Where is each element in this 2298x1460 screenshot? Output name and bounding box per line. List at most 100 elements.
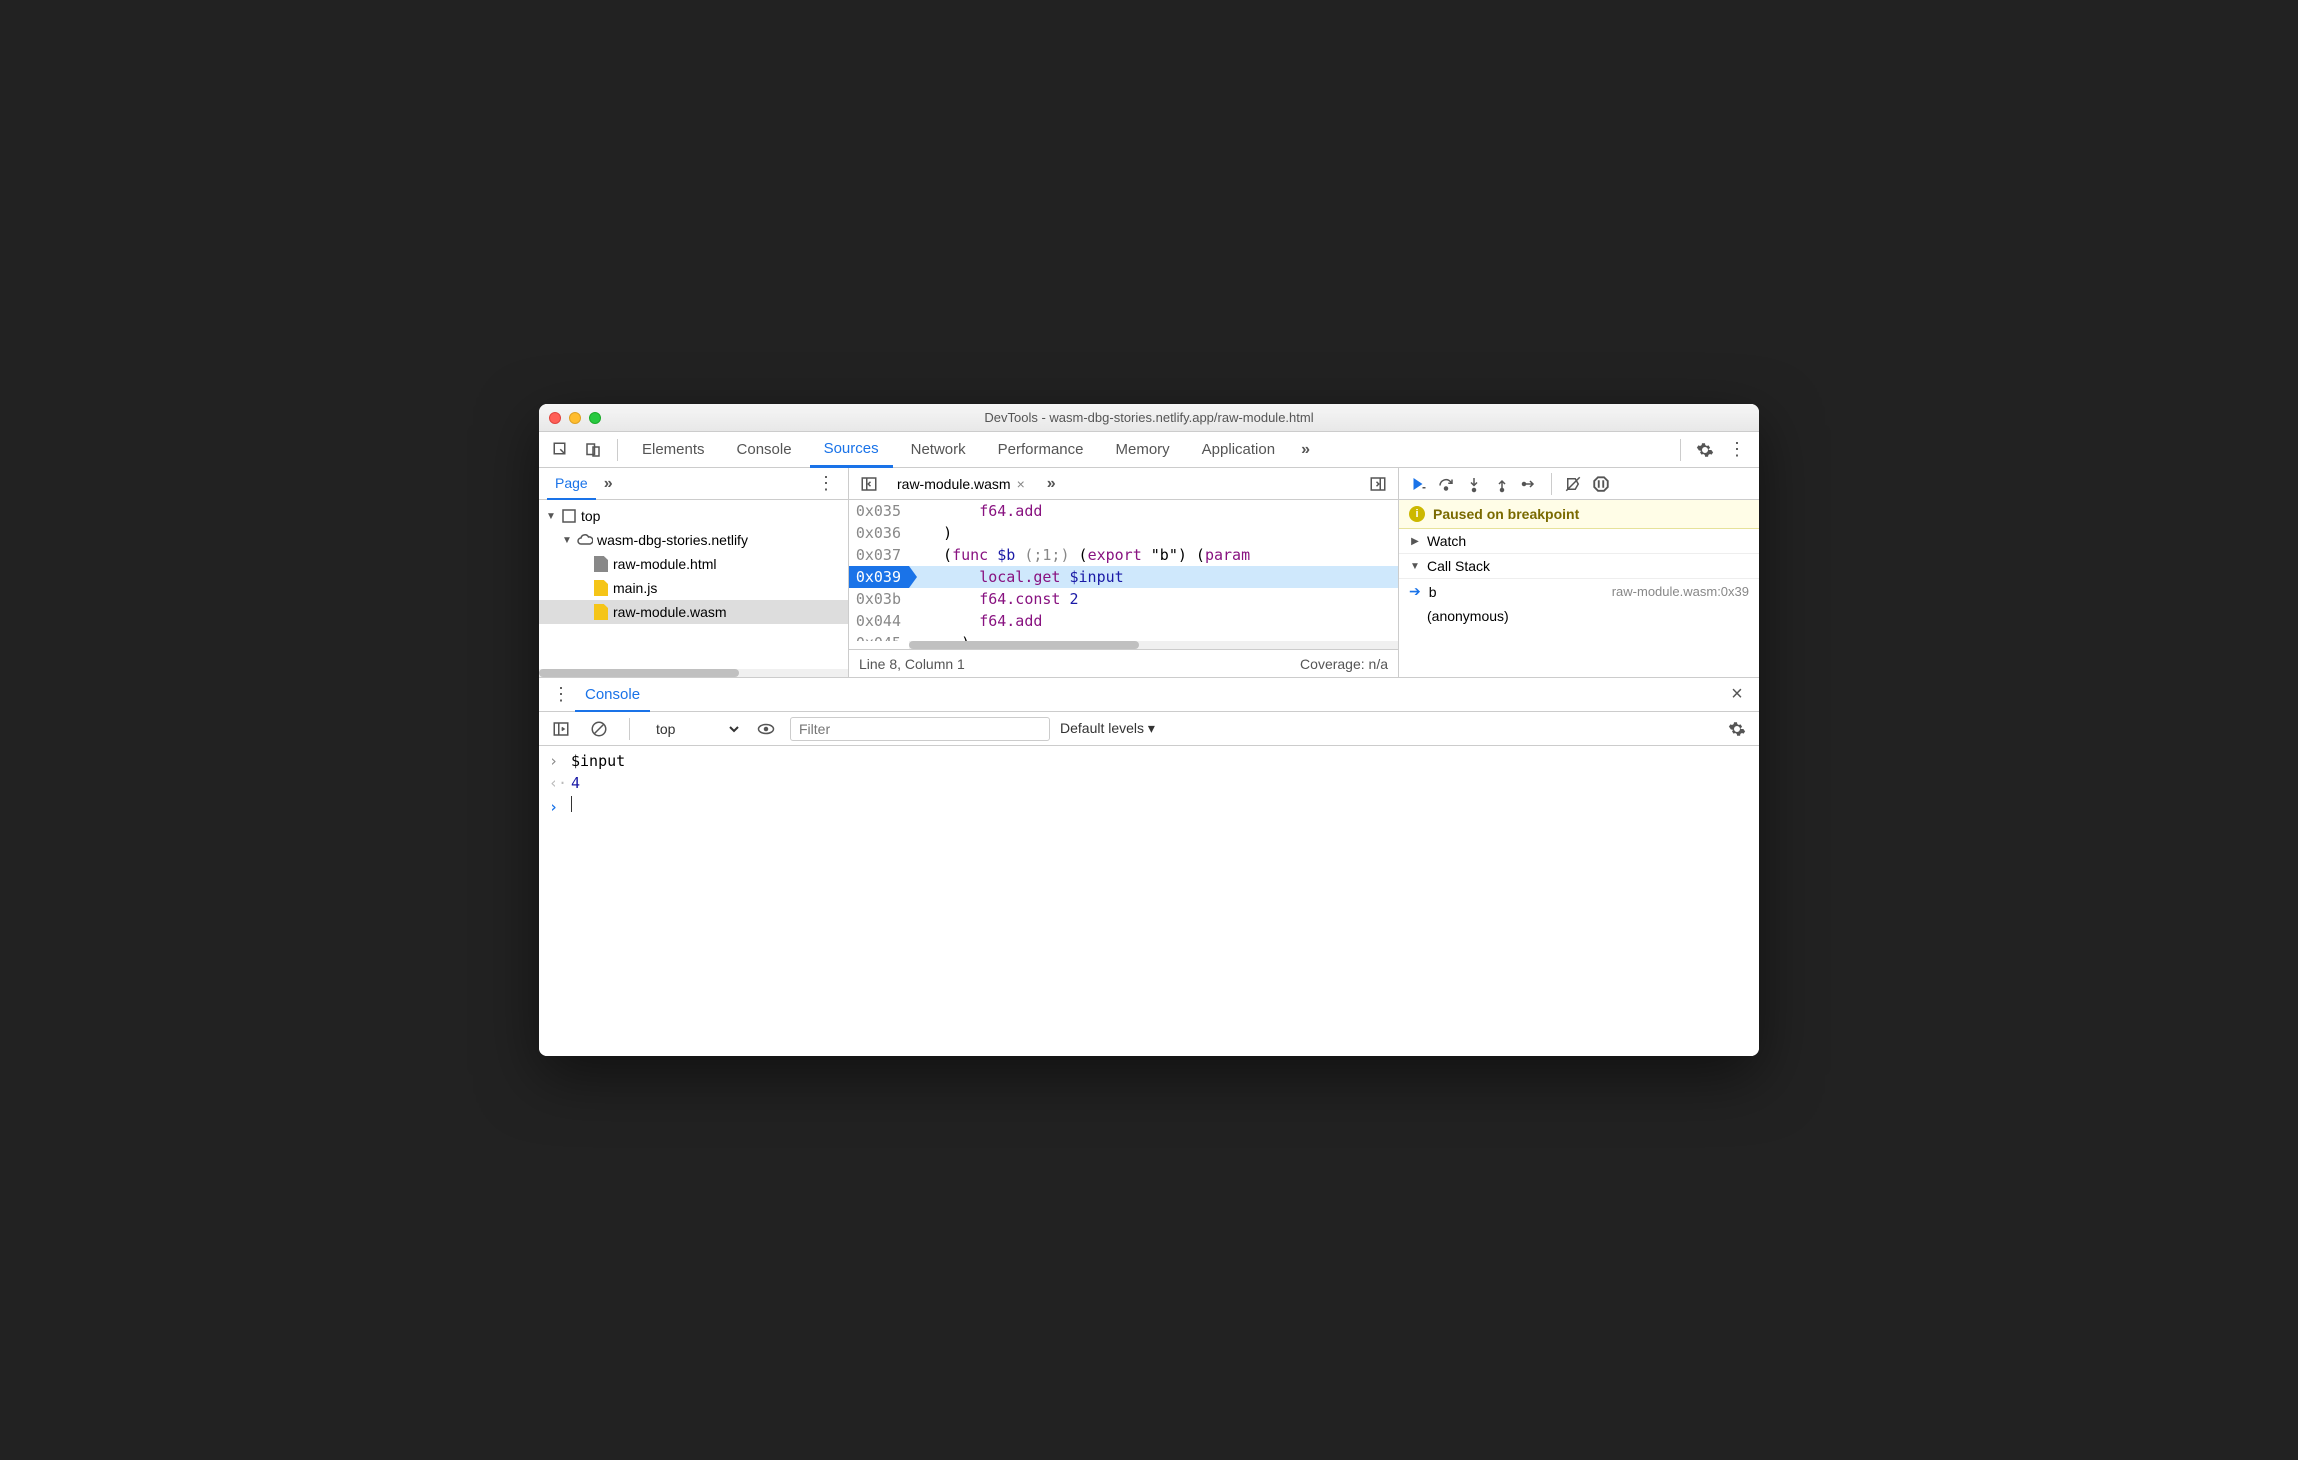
debugger-pane: i Paused on breakpoint ▶ Watch ▼ Call St… [1399,468,1759,677]
console-output-row: ‹· 4 [539,772,1759,794]
tree-origin[interactable]: ▼ wasm-dbg-stories.netlify [539,528,848,552]
console-output[interactable]: › $input ‹· 4 › [539,746,1759,1056]
line-address-breakpoint[interactable]: 0x039 [849,566,909,588]
clear-console-icon[interactable] [585,715,613,743]
device-toolbar-icon[interactable] [579,436,607,464]
coverage-status: Coverage: n/a [1300,656,1388,672]
file-icon [593,604,609,620]
tree-file-wasm[interactable]: raw-module.wasm [539,600,848,624]
navigator-tab-page[interactable]: Page [547,468,596,500]
more-navigator-tabs-icon[interactable]: » [596,475,621,493]
tree-label: raw-module.wasm [613,604,727,620]
more-editor-tabs-icon[interactable]: » [1039,475,1064,493]
editor-tab[interactable]: raw-module.wasm × [887,468,1035,500]
cursor-position: Line 8, Column 1 [859,656,965,672]
tab-sources[interactable]: Sources [810,432,893,468]
code-text: f64.add [909,610,1042,632]
navigator-tabs: Page » [539,468,848,500]
step-icon[interactable] [1517,470,1543,498]
titlebar: DevTools - wasm-dbg-stories.netlify.app/… [539,404,1759,432]
drawer-tab-console[interactable]: Console [575,678,650,712]
log-levels-select[interactable]: Default levels ▾ [1060,720,1155,737]
toggle-navigator-icon[interactable] [855,470,883,498]
code-text: ) [909,632,970,641]
close-tab-icon[interactable]: × [1017,476,1025,492]
line-address[interactable]: 0x045 [849,632,909,641]
console-prompt-row[interactable]: › [539,794,1759,818]
line-address[interactable]: 0x035 [849,500,909,522]
tree-label: raw-module.html [613,556,716,572]
tab-network[interactable]: Network [897,432,980,468]
tab-performance[interactable]: Performance [984,432,1098,468]
input-arrow-icon: › [549,752,563,770]
source-editor: raw-module.wasm × » 0x035 f64.add 0x036 … [849,468,1399,677]
section-label: Watch [1427,533,1466,549]
file-icon [593,556,609,572]
current-frame-icon: ➔ [1409,583,1421,600]
code-text: (func $b (;1;) (export "b") (param [909,544,1250,566]
console-settings-icon[interactable] [1723,715,1751,743]
tab-console[interactable]: Console [723,432,806,468]
editor-scrollbar[interactable] [909,641,1398,649]
pause-exceptions-icon[interactable] [1588,470,1614,498]
frame-name: (anonymous) [1427,608,1509,624]
inspect-element-icon[interactable] [547,436,575,464]
tab-elements[interactable]: Elements [628,432,719,468]
console-input-row: › $input [539,750,1759,772]
more-tabs-icon[interactable]: » [1293,441,1318,459]
sources-panel: Page » ▼ top ▼ wasm-dbg-stories.netlify [539,468,1759,678]
editor-tab-label: raw-module.wasm [897,476,1011,492]
cloud-icon [577,532,593,548]
callstack-frame[interactable]: (anonymous) [1399,604,1759,628]
filter-input[interactable] [790,717,1050,741]
main-menu-icon[interactable] [1723,436,1751,464]
callstack-frame[interactable]: ➔ b raw-module.wasm:0x39 [1399,579,1759,604]
line-address[interactable]: 0x037 [849,544,909,566]
devtools-window: DevTools - wasm-dbg-stories.netlify.app/… [539,404,1759,1056]
toggle-debugger-icon[interactable] [1364,470,1392,498]
tree-label: main.js [613,580,657,596]
settings-icon[interactable] [1691,436,1719,464]
divider [1680,439,1681,461]
line-address[interactable]: 0x036 [849,522,909,544]
tree-top-frame[interactable]: ▼ top [539,504,848,528]
output-arrow-icon: ‹· [549,774,563,792]
pause-banner: i Paused on breakpoint [1399,500,1759,529]
live-expression-icon[interactable] [752,715,780,743]
resume-icon[interactable] [1405,470,1431,498]
drawer-menu-icon[interactable] [547,681,575,709]
watch-section-header[interactable]: ▶ Watch [1399,529,1759,554]
file-tree: ▼ top ▼ wasm-dbg-stories.netlify raw-mod… [539,500,848,669]
console-expression: $input [571,752,625,770]
expand-icon: ▼ [561,535,573,546]
expand-icon: ▼ [1409,561,1421,572]
console-sidebar-icon[interactable] [547,715,575,743]
tree-file-js[interactable]: main.js [539,576,848,600]
section-label: Call Stack [1427,558,1490,574]
callstack-section-header[interactable]: ▼ Call Stack [1399,554,1759,579]
sidebar-scrollbar[interactable] [539,669,848,677]
step-out-icon[interactable] [1489,470,1515,498]
close-drawer-icon[interactable]: × [1723,681,1751,709]
code-text: ) [909,522,952,544]
tree-label: wasm-dbg-stories.netlify [597,532,748,548]
frame-name: b [1429,584,1437,600]
code-area[interactable]: 0x035 f64.add 0x036 ) 0x037 (func $b (;1… [849,500,1398,641]
editor-statusbar: Line 8, Column 1 Coverage: n/a [849,649,1398,677]
step-over-icon[interactable] [1433,470,1459,498]
context-select[interactable]: top [646,718,742,740]
divider [617,439,618,461]
line-address[interactable]: 0x044 [849,610,909,632]
code-text: f64.add [909,500,1042,522]
file-icon [593,580,609,596]
tab-memory[interactable]: Memory [1102,432,1184,468]
line-address[interactable]: 0x03b [849,588,909,610]
tree-label: top [581,508,600,524]
divider [1551,473,1552,495]
step-into-icon[interactable] [1461,470,1487,498]
deactivate-breakpoints-icon[interactable] [1560,470,1586,498]
tree-file-html[interactable]: raw-module.html [539,552,848,576]
console-toolbar: top Default levels ▾ [539,712,1759,746]
tab-application[interactable]: Application [1188,432,1289,468]
navigator-menu-icon[interactable] [812,470,840,498]
